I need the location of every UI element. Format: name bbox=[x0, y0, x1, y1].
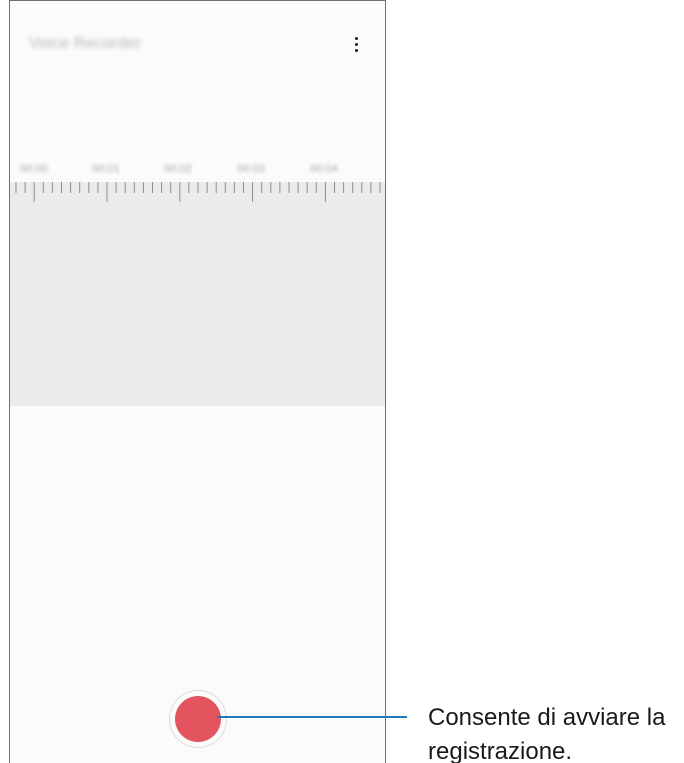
record-icon bbox=[175, 696, 221, 742]
timeline-label: 00:01 bbox=[92, 163, 120, 175]
phone-screen: Voice Recorder 00:00 00:01 00:02 00:03 0… bbox=[9, 0, 386, 763]
app-title: Voice Recorder bbox=[29, 35, 142, 52]
timeline-label: 00:03 bbox=[237, 163, 265, 175]
timeline-label: 00:00 bbox=[20, 163, 48, 175]
callout-line-2: registrazione. bbox=[428, 738, 573, 763]
page: Voice Recorder 00:00 00:01 00:02 00:03 0… bbox=[0, 0, 684, 763]
record-button[interactable] bbox=[169, 690, 227, 748]
timeline-ruler bbox=[15, 182, 381, 202]
more-vertical-icon[interactable] bbox=[350, 37, 362, 57]
timeline-labels: 00:00 00:01 00:02 00:03 00:04 bbox=[10, 163, 385, 177]
callout-text: Consente di avviare la registrazione. bbox=[428, 701, 684, 763]
callout-line bbox=[217, 716, 407, 718]
timeline-label: 00:02 bbox=[164, 163, 192, 175]
waveform-area bbox=[10, 182, 385, 406]
callout-line-1: Consente di avviare la bbox=[428, 704, 666, 731]
timeline-label: 00:04 bbox=[310, 163, 338, 175]
